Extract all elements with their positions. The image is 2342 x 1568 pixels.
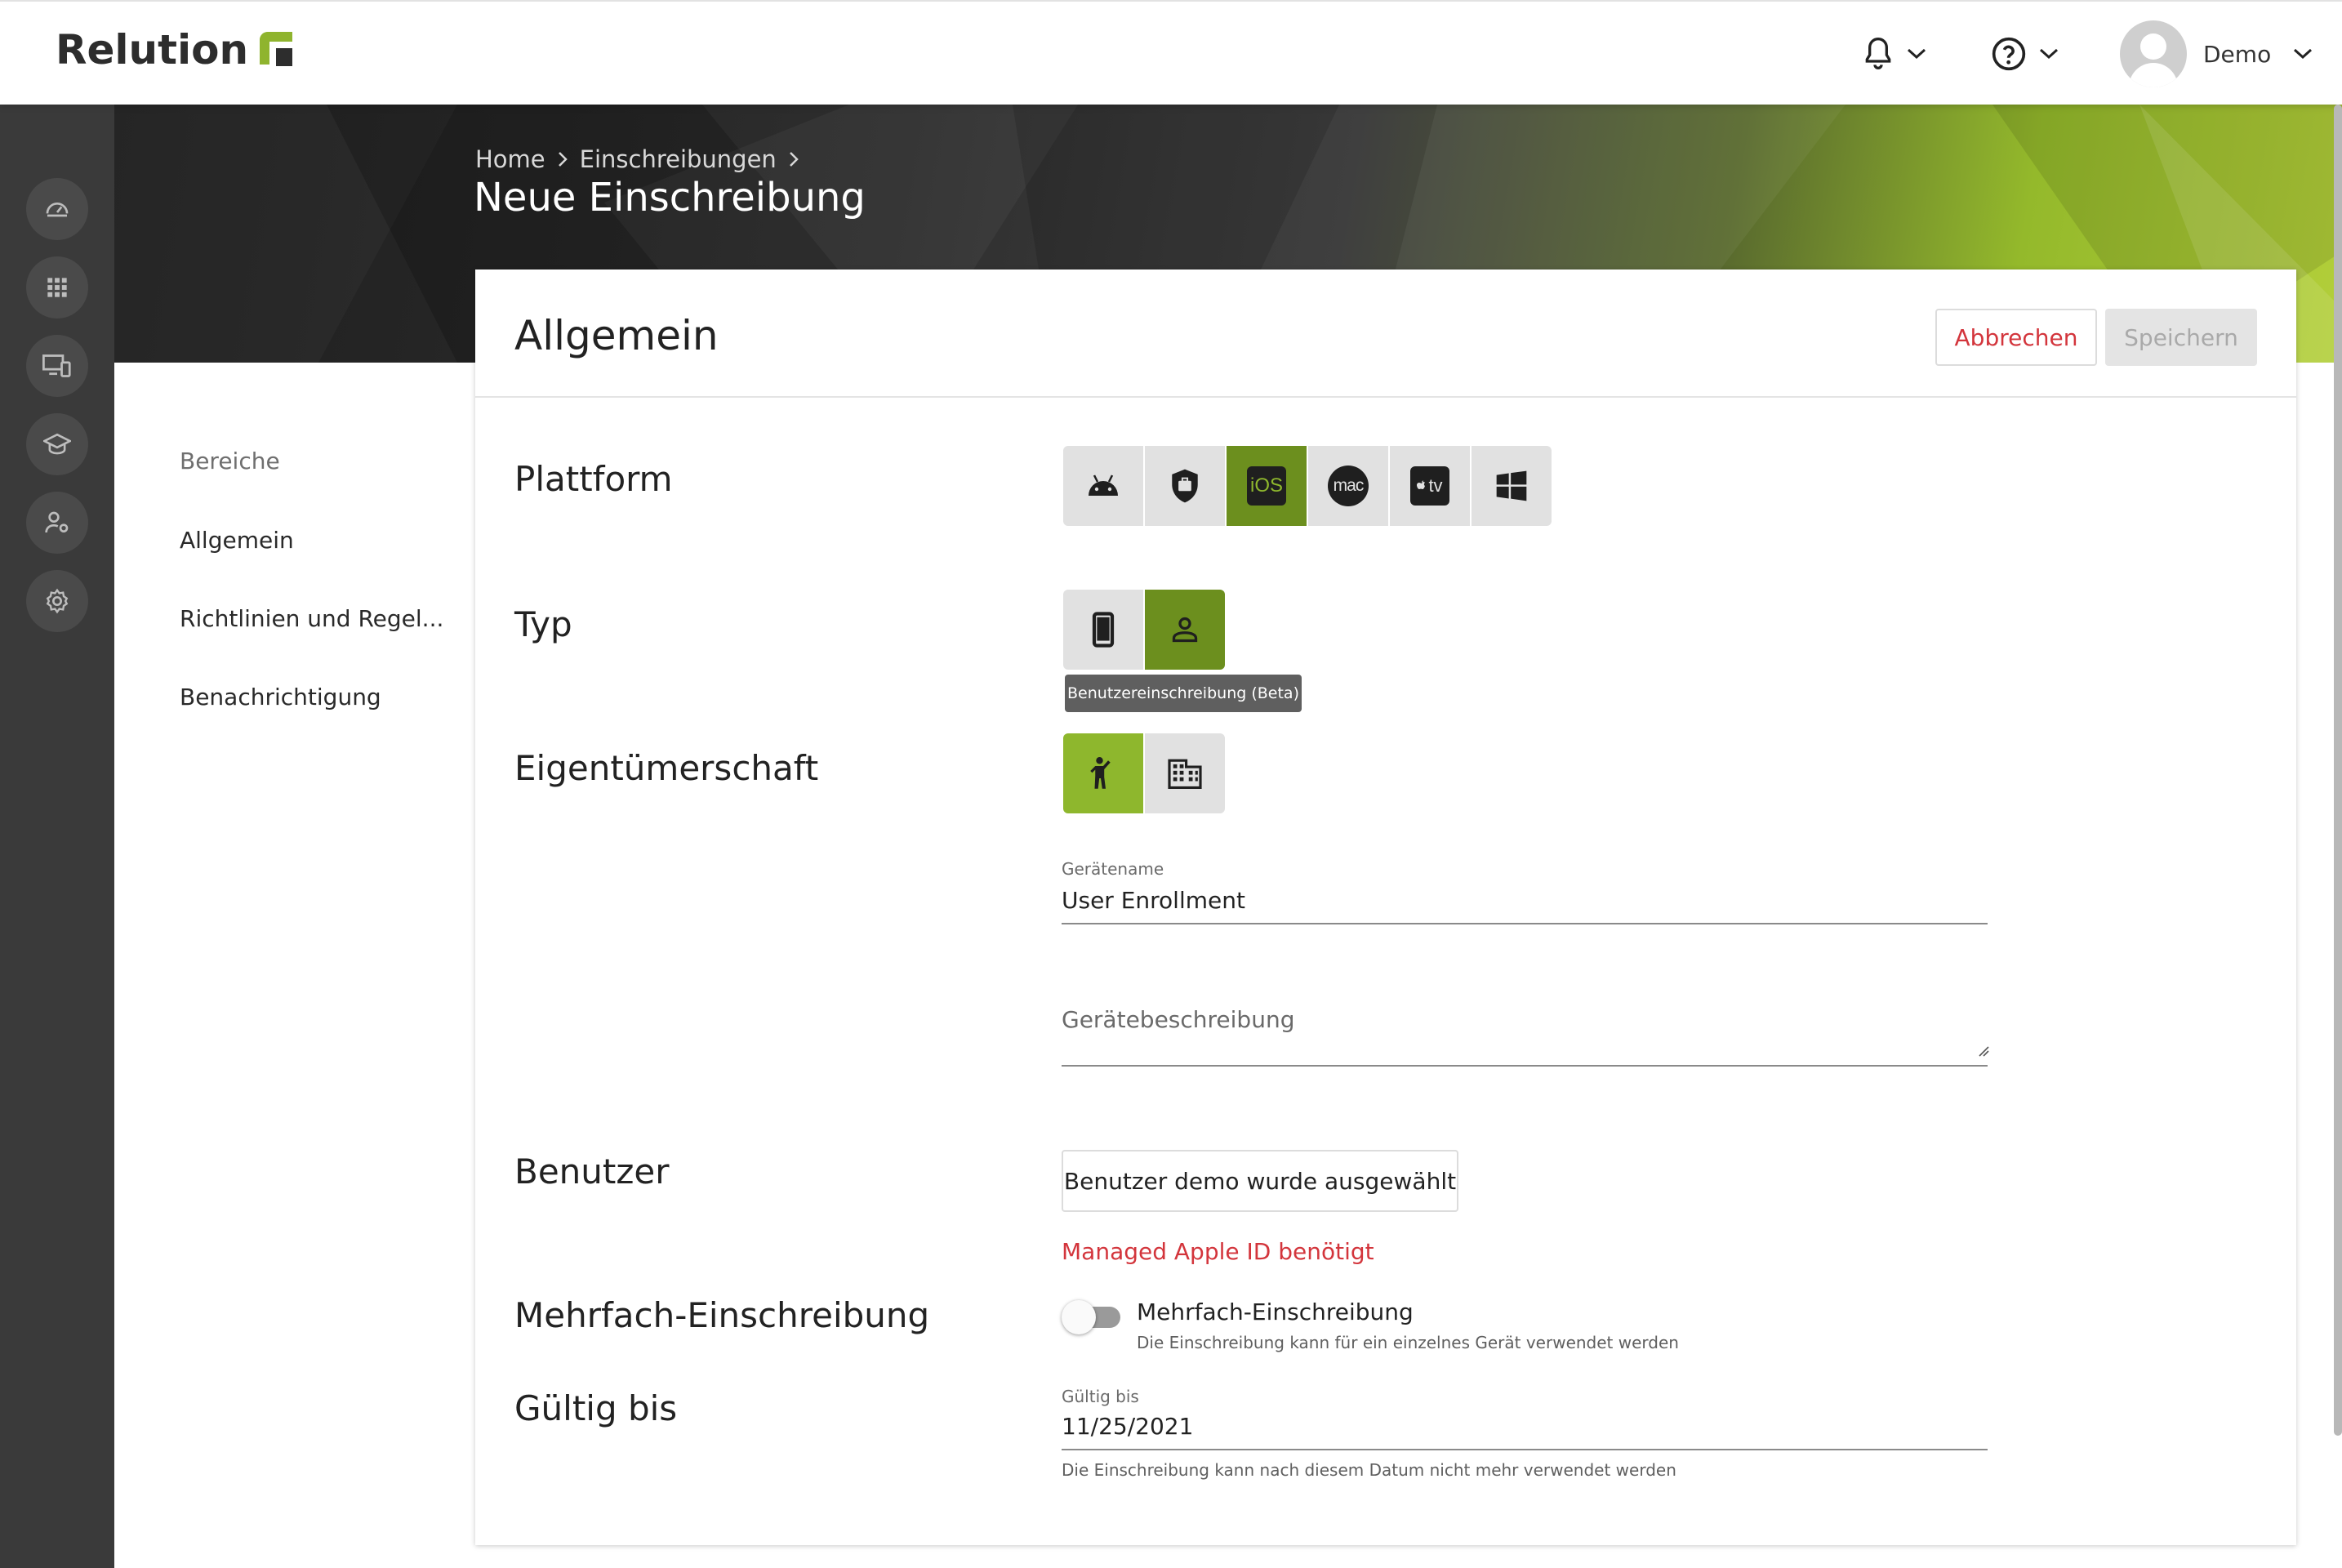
chevron-right-icon bbox=[788, 150, 799, 168]
user-settings-icon bbox=[45, 511, 69, 533]
device-name-label: Gerätename bbox=[1062, 859, 1164, 879]
help-menu[interactable] bbox=[1991, 31, 2059, 77]
shield-briefcase-icon bbox=[1172, 469, 1198, 503]
platform-windows[interactable] bbox=[1472, 446, 1552, 526]
select-user-button[interactable]: Benutzer demo wurde ausgewählt bbox=[1062, 1150, 1458, 1212]
person-waving-icon bbox=[1090, 757, 1111, 789]
chevron-down-icon bbox=[2039, 48, 2059, 60]
chevron-down-icon bbox=[2294, 48, 2313, 60]
type-label: Typ bbox=[514, 604, 572, 644]
smartphone-icon bbox=[1092, 612, 1115, 648]
nav-item-general[interactable]: Allgemein bbox=[180, 527, 294, 554]
page-title: Neue Einschreibung bbox=[474, 175, 866, 220]
nav-heading: Bereiche bbox=[180, 448, 280, 474]
logo-mark-icon bbox=[260, 32, 293, 68]
enrollment-form-card: Allgemein Abbrechen Speichern Plattform … bbox=[475, 270, 2296, 1545]
chevron-right-icon bbox=[557, 150, 568, 168]
apple-tv-icon: tv bbox=[1410, 466, 1449, 506]
android-icon bbox=[1089, 474, 1118, 496]
top-bar: Relution Demo bbox=[0, 0, 2342, 105]
platform-label: Plattform bbox=[514, 459, 673, 499]
type-tooltip: Benutzereinschreibung (Beta) bbox=[1065, 675, 1302, 712]
sidebar-item-devices[interactable] bbox=[26, 335, 88, 397]
valid-until-hint: Die Einschreibung kann nach diesem Datum… bbox=[1062, 1460, 1676, 1480]
platform-mac[interactable]: mac bbox=[1308, 446, 1388, 526]
ownership-selector bbox=[1063, 733, 1225, 813]
device-description-underline bbox=[1062, 1065, 1988, 1067]
chevron-down-icon bbox=[1907, 48, 1926, 60]
save-button[interactable]: Speichern bbox=[2105, 309, 2257, 366]
breadcrumb-enrollments[interactable]: Einschreibungen bbox=[580, 145, 777, 173]
multi-enrollment-toggle[interactable] bbox=[1062, 1300, 1120, 1334]
logo-text: Relution bbox=[56, 26, 249, 74]
ios-icon: iOS bbox=[1247, 466, 1286, 506]
managed-apple-id-error: Managed Apple ID benötigt bbox=[1062, 1238, 1374, 1265]
valid-until-underline bbox=[1062, 1449, 1988, 1450]
bell-icon bbox=[1865, 37, 1891, 69]
valid-until-label: Gültig bis bbox=[514, 1388, 678, 1428]
ownership-label: Eigentümerschaft bbox=[514, 748, 819, 788]
settings-icon bbox=[46, 588, 69, 614]
dashboard-icon bbox=[46, 203, 69, 217]
help-icon bbox=[1992, 37, 2026, 71]
resize-grip-icon[interactable] bbox=[1978, 1045, 1989, 1057]
user-label: Benutzer bbox=[514, 1152, 670, 1192]
sidebar-item-education[interactable] bbox=[26, 413, 88, 475]
breadcrumb: Home Einschreibungen bbox=[475, 145, 811, 173]
page-scrollbar[interactable] bbox=[2334, 105, 2342, 1436]
card-header: Allgemein Abbrechen Speichern bbox=[475, 270, 2296, 398]
notifications-menu[interactable] bbox=[1862, 31, 1927, 77]
ownership-corporate[interactable] bbox=[1145, 733, 1225, 813]
person-icon bbox=[1172, 617, 1198, 643]
type-selector bbox=[1063, 590, 1225, 670]
multi-enrollment-hint: Die Einschreibung kann für ein einzelnes… bbox=[1137, 1333, 1679, 1352]
platform-android[interactable] bbox=[1063, 446, 1143, 526]
sidebar-item-settings[interactable] bbox=[26, 570, 88, 632]
nav-item-notification[interactable]: Benachrichtigung bbox=[180, 684, 381, 710]
main-sidebar bbox=[0, 105, 114, 1568]
card-title: Allgemein bbox=[514, 312, 719, 359]
platform-ios[interactable]: iOS bbox=[1227, 446, 1307, 526]
mac-icon: mac bbox=[1328, 466, 1369, 506]
sidebar-item-apps[interactable] bbox=[26, 256, 88, 318]
devices-icon bbox=[42, 354, 71, 377]
ownership-personal[interactable] bbox=[1063, 733, 1143, 813]
apps-icon bbox=[47, 278, 67, 297]
platform-selector: iOS mac tv bbox=[1063, 446, 1552, 526]
multi-enrollment-label: Mehrfach-Einschreibung bbox=[514, 1295, 930, 1335]
windows-icon bbox=[1496, 470, 1527, 501]
platform-android-enterprise[interactable] bbox=[1145, 446, 1225, 526]
type-device-enrollment[interactable] bbox=[1063, 590, 1143, 670]
user-name: Demo bbox=[2203, 40, 2272, 68]
valid-until-input[interactable]: 11/25/2021 bbox=[1062, 1413, 1988, 1440]
type-user-enrollment[interactable] bbox=[1145, 590, 1225, 670]
building-icon bbox=[1168, 759, 1202, 789]
user-menu[interactable]: Demo bbox=[2120, 20, 2313, 88]
cancel-button[interactable]: Abbrechen bbox=[1935, 309, 2097, 366]
avatar bbox=[2120, 20, 2187, 87]
relution-logo[interactable]: Relution bbox=[56, 26, 293, 74]
sidebar-item-users[interactable] bbox=[26, 492, 88, 554]
device-name-underline bbox=[1062, 923, 1988, 924]
multi-enrollment-toggle-label: Mehrfach-Einschreibung bbox=[1137, 1298, 1414, 1325]
valid-until-field-label: Gültig bis bbox=[1062, 1387, 1139, 1406]
sidebar-item-dashboard[interactable] bbox=[26, 178, 88, 240]
nav-item-policies[interactable]: Richtlinien und Regel... bbox=[180, 605, 443, 632]
device-name-input[interactable]: User Enrollment bbox=[1062, 887, 1988, 914]
platform-tv[interactable]: tv bbox=[1390, 446, 1470, 526]
breadcrumb-home[interactable]: Home bbox=[475, 145, 545, 173]
device-description-textarea[interactable]: Gerätebeschreibung bbox=[1062, 1006, 1294, 1033]
education-icon bbox=[43, 433, 71, 455]
